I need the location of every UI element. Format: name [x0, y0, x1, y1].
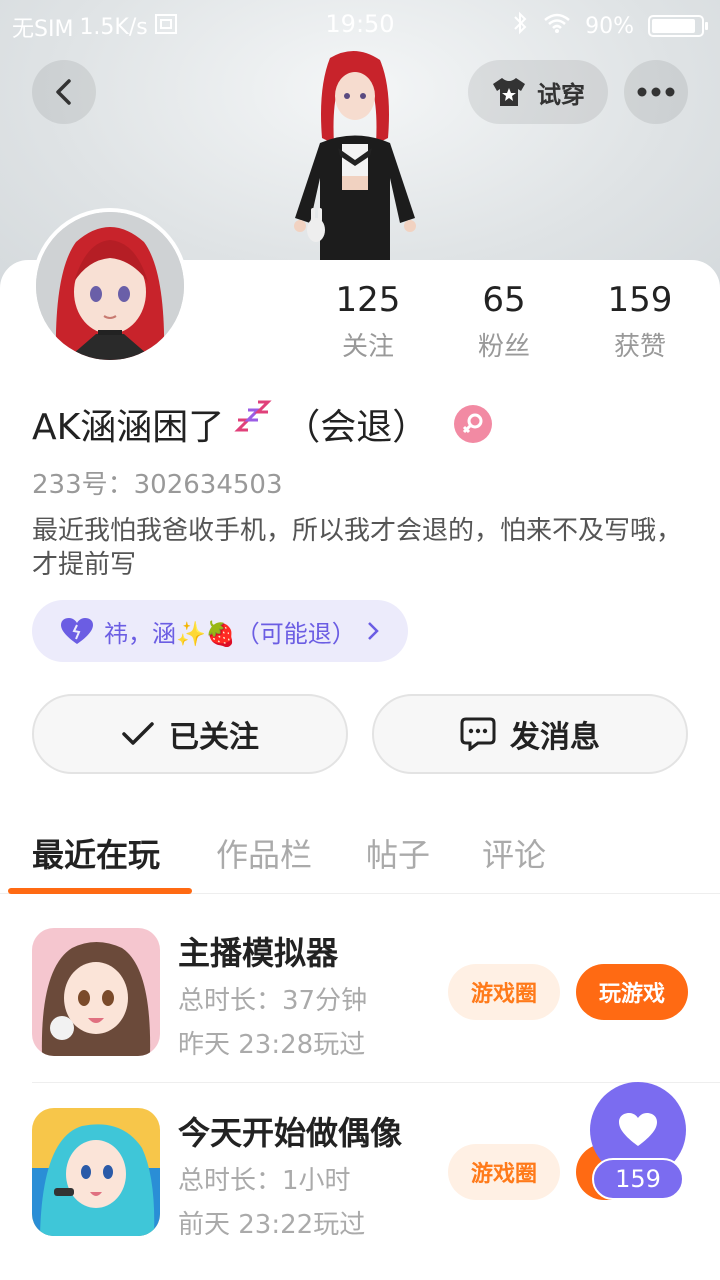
- last-played: 昨天 23:28玩过: [178, 1030, 366, 1060]
- last-played: 前天 23:22玩过: [178, 1210, 366, 1240]
- game-icon: [32, 1108, 160, 1236]
- user-id: 233号：302634503: [32, 470, 283, 500]
- chevron-right-icon: [367, 622, 379, 640]
- chat-bubble-icon: [460, 717, 496, 751]
- like-count: 159: [592, 1158, 684, 1200]
- username-suffix: （会退）: [284, 407, 429, 448]
- tab-comments[interactable]: 评论: [482, 830, 546, 876]
- avatar-character-figure: [280, 48, 430, 268]
- list-item[interactable]: 主播模拟器 总时长：37分钟 昨天 23:28玩过 游戏圈 玩游戏: [32, 928, 720, 1084]
- send-message-button[interactable]: 发消息: [372, 694, 688, 774]
- more-dots-icon: [637, 87, 675, 97]
- user-bio: 最近我怕我爸收手机，所以我才会退的，怕来不及写哦，才提前写: [32, 516, 683, 580]
- sleepy-zzz-icon: [234, 400, 274, 449]
- battery-percent: 90%: [585, 13, 634, 39]
- stat-value: 125: [335, 280, 401, 320]
- game-circle-button[interactable]: 游戏圈: [448, 964, 560, 1020]
- bluetooth-icon: [511, 11, 529, 41]
- stat-label: 获赞: [613, 332, 666, 362]
- try-on-button[interactable]: 试穿: [468, 60, 608, 124]
- username: AK涵涵困了 （会退）: [32, 398, 493, 450]
- play-duration: 总时长：37分钟: [178, 986, 368, 1016]
- chevron-left-icon: [56, 79, 71, 105]
- username-text: AK涵涵困了: [32, 407, 225, 448]
- try-on-label: 试穿: [537, 80, 585, 109]
- avatar[interactable]: [32, 208, 188, 364]
- active-tab-indicator: [8, 888, 192, 894]
- play-game-button[interactable]: 玩游戏: [576, 964, 688, 1020]
- heart-icon: [619, 1113, 657, 1146]
- female-gender-icon: [454, 405, 493, 443]
- divider: [32, 1082, 720, 1083]
- checkmark-icon: [122, 722, 154, 745]
- tshirt-icon: [493, 78, 525, 106]
- tab-works[interactable]: 作品栏: [216, 830, 312, 876]
- back-button[interactable]: [32, 60, 96, 124]
- relationship-tag[interactable]: 祎，涵✨🍓（可能退）: [32, 600, 408, 662]
- stat-value: 65: [482, 280, 526, 320]
- stat-following[interactable]: 125 关注: [300, 280, 436, 363]
- game-circle-button[interactable]: 游戏圈: [448, 1144, 560, 1200]
- stat-label: 粉丝: [477, 332, 530, 362]
- stat-value: 159: [607, 280, 673, 320]
- stat-likes[interactable]: 159 获赞: [572, 280, 708, 363]
- battery-icon: [648, 15, 708, 37]
- stat-fans[interactable]: 65 粉丝: [436, 280, 572, 363]
- game-title: 主播模拟器: [178, 934, 339, 972]
- game-title: 今天开始做偶像: [178, 1114, 403, 1152]
- followed-label: 已关注: [169, 720, 259, 755]
- profile-tabs: 最近在玩 作品栏 帖子 评论: [0, 820, 720, 894]
- tab-posts[interactable]: 帖子: [366, 830, 430, 876]
- followed-button[interactable]: 已关注: [32, 694, 348, 774]
- stat-label: 关注: [341, 332, 394, 362]
- stats-row: 125 关注 65 粉丝 159 获赞: [300, 280, 720, 363]
- play-duration: 总时长：1小时: [178, 1166, 351, 1196]
- game-icon: [32, 928, 160, 1056]
- relationship-tag-label: 祎，涵✨🍓（可能退）: [104, 619, 356, 648]
- tab-recently-played[interactable]: 最近在玩: [32, 830, 160, 876]
- wifi-icon: [543, 12, 571, 40]
- send-message-label: 发消息: [510, 720, 600, 755]
- more-button[interactable]: [624, 60, 688, 124]
- heart-broken-icon: [61, 618, 93, 644]
- status-bar: 无SIM 1.5K/s 19:50 90%: [0, 0, 720, 50]
